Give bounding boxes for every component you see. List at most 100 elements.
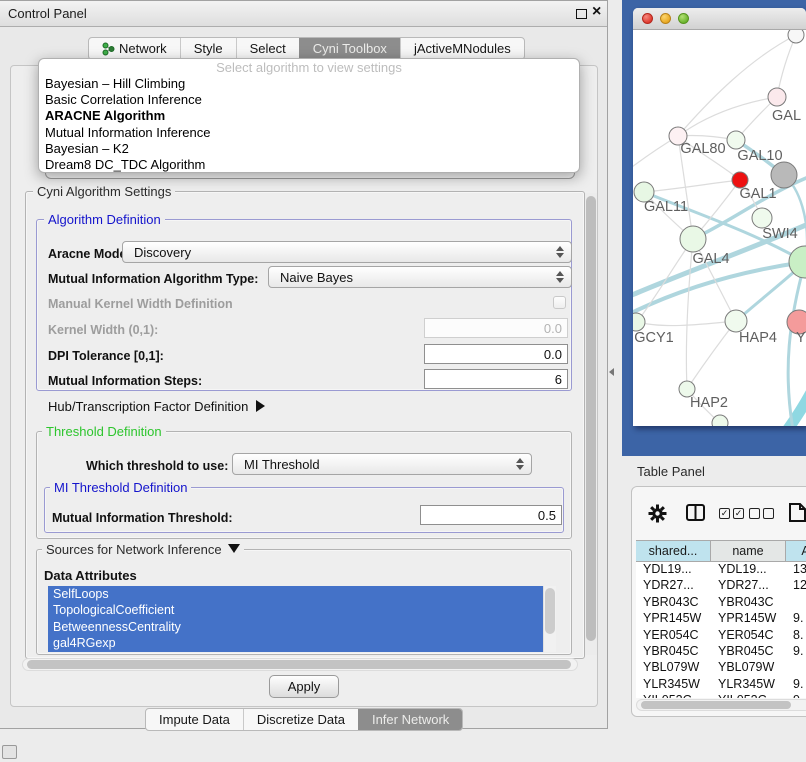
hide-columns-icon[interactable]	[749, 508, 774, 519]
network-edge[interactable]	[758, 355, 806, 426]
tab-select[interactable]: Select	[236, 38, 299, 59]
kernel-width-field[interactable]: 0.0	[424, 318, 568, 338]
network-node-gal4[interactable]	[680, 226, 706, 252]
minimize-window-icon[interactable]	[660, 13, 671, 24]
mi-algorithm-type-combobox[interactable]: Naive Bayes	[268, 266, 572, 288]
tab-impute-data[interactable]: Impute Data	[146, 709, 243, 730]
network-node-label: HAP4	[739, 330, 777, 346]
settings-hscroll-thumb[interactable]	[27, 660, 571, 669]
which-threshold-combobox[interactable]: MI Threshold	[232, 453, 532, 475]
sources-title[interactable]: Sources for Network Inference	[42, 542, 244, 557]
expand-right-icon	[256, 400, 265, 412]
stepper-arrows-icon	[516, 458, 524, 470]
show-columns-icon[interactable]: ✓✓	[719, 508, 744, 519]
tab-network[interactable]: Network	[89, 38, 180, 59]
network-node-swi4[interactable]	[752, 208, 772, 228]
tab-label: jActiveMNodules	[414, 38, 511, 59]
tab-label: Network	[119, 38, 167, 59]
network-node-label: GAL10	[737, 148, 782, 164]
gear-icon[interactable]	[648, 504, 667, 523]
network-node-label: SWI4	[762, 226, 797, 242]
tab-label: Infer Network	[372, 709, 449, 730]
tab-style[interactable]: Style	[180, 38, 236, 59]
table-row[interactable]: YBL079WYBL079W	[636, 660, 806, 676]
table-cell: YLR345W	[636, 677, 711, 693]
mi-steps-field[interactable]: 6	[424, 369, 568, 389]
float-panel-icon[interactable]	[576, 9, 587, 19]
network-edge[interactable]	[687, 321, 736, 389]
settings-vertical-scrollbar[interactable]	[584, 193, 597, 655]
table-row[interactable]: YBR045CYBR045C9.	[636, 644, 806, 660]
table-cell: YIL052C	[636, 693, 711, 698]
table-cell: YBR045C	[711, 644, 786, 660]
dpi-tolerance-field[interactable]: 0.0	[424, 344, 568, 364]
network-node[interactable]	[788, 30, 804, 43]
algorithm-option[interactable]: Dream8 DC_TDC Algorithm	[39, 157, 579, 173]
mi-threshold-label: Mutual Information Threshold:	[52, 511, 233, 525]
network-canvas[interactable]: GALGAL80GAL10GAL1GAL11SWI4GAL4GCY1HAP4YH…	[633, 30, 806, 426]
settings-vscroll-thumb[interactable]	[586, 196, 596, 641]
network-node[interactable]	[771, 162, 797, 188]
tab-label: Cyni Toolbox	[313, 38, 387, 59]
data-attribute-item[interactable]: gal4RGexp	[48, 635, 543, 651]
algorithm-dropdown-placeholder: Select algorithm to view settings	[39, 60, 579, 76]
table-cell: 8.	[786, 628, 806, 644]
manual-kernel-width-checkbox[interactable]	[553, 296, 566, 309]
network-node-hap4[interactable]	[725, 310, 747, 332]
close-panel-icon[interactable]: ×	[592, 3, 601, 21]
settings-horizontal-scrollbar[interactable]	[22, 658, 578, 671]
tab-cyni-toolbox[interactable]: Cyni Toolbox	[299, 38, 400, 59]
algorithm-option[interactable]: Mutual Information Inference	[39, 125, 579, 141]
network-edge[interactable]	[678, 97, 777, 136]
attributes-vertical-scrollbar[interactable]	[543, 586, 556, 652]
table-row[interactable]: YER054CYER054C8.	[636, 628, 806, 644]
network-node[interactable]	[712, 415, 728, 426]
network-node-gcy1[interactable]	[633, 313, 645, 331]
table-row[interactable]: YIL052CYIL052C9	[636, 693, 806, 698]
network-node-label: GCY1	[634, 330, 674, 346]
tab-jactivemnodules[interactable]: jActiveMNodules	[400, 38, 524, 59]
network-node-gal10[interactable]	[727, 131, 745, 149]
table-column-header[interactable]: A	[786, 541, 806, 561]
apply-button[interactable]: Apply	[269, 675, 339, 698]
table-row[interactable]: YDR27...YDR27...12	[636, 578, 806, 594]
algorithm-option[interactable]: Basic Correlation Inference	[39, 92, 579, 108]
table-row[interactable]: YBR043CYBR043C	[636, 595, 806, 611]
table-cell: 9.	[786, 677, 806, 693]
bottom-left-partial-icon[interactable]	[2, 745, 17, 759]
network-edge[interactable]	[637, 239, 693, 322]
tab-label: Discretize Data	[257, 709, 345, 730]
close-window-icon[interactable]	[642, 13, 653, 24]
kernel-width-label: Kernel Width (0,1):	[48, 323, 158, 337]
table-horizontal-scrollbar[interactable]	[636, 699, 806, 711]
export-table-icon[interactable]	[788, 502, 806, 523]
tab-infer-network[interactable]: Infer Network	[358, 709, 462, 730]
hub-tf-definition-toggle[interactable]: Hub/Transcription Factor Definition	[48, 399, 265, 414]
control-panel-titlebar: Control Panel ×	[0, 1, 607, 27]
tab-label: Select	[250, 38, 286, 59]
algorithm-option[interactable]: Bayesian – K2	[39, 141, 579, 157]
tab-discretize-data[interactable]: Discretize Data	[243, 709, 358, 730]
column-layout-icon[interactable]	[686, 504, 705, 521]
network-node-gal[interactable]	[768, 88, 786, 106]
network-edge[interactable]	[644, 180, 740, 192]
data-attributes-list[interactable]: SelfLoopsTopologicalCoefficientBetweenne…	[48, 586, 556, 652]
table-row[interactable]: YDL19...YDL19...13	[636, 562, 806, 578]
table-column-header[interactable]: name	[711, 541, 786, 561]
collapse-down-icon	[228, 544, 240, 553]
table-hscroll-thumb[interactable]	[641, 701, 791, 709]
table-row[interactable]: YLR345WYLR345W9.	[636, 677, 806, 693]
mi-threshold-field[interactable]: 0.5	[420, 505, 562, 525]
node-table[interactable]: shared...nameA YDL19...YDL19...13YDR27..…	[636, 540, 806, 698]
table-column-header[interactable]: shared...	[636, 541, 711, 561]
panel-divider-collapse-handle[interactable]	[609, 368, 614, 376]
aracne-mode-combobox[interactable]: Discovery	[122, 241, 572, 263]
table-row[interactable]: YPR145WYPR145W9.	[636, 611, 806, 627]
algorithm-option[interactable]: ARACNE Algorithm	[39, 108, 579, 124]
zoom-window-icon[interactable]	[678, 13, 689, 24]
algorithm-option[interactable]: Bayesian – Hill Climbing	[39, 76, 579, 92]
data-attribute-item[interactable]: TopologicalCoefficient	[48, 602, 543, 618]
attributes-vscroll-thumb[interactable]	[545, 588, 555, 634]
data-attribute-item[interactable]: BetweennessCentrality	[48, 619, 543, 635]
data-attribute-item[interactable]: SelfLoops	[48, 586, 543, 602]
